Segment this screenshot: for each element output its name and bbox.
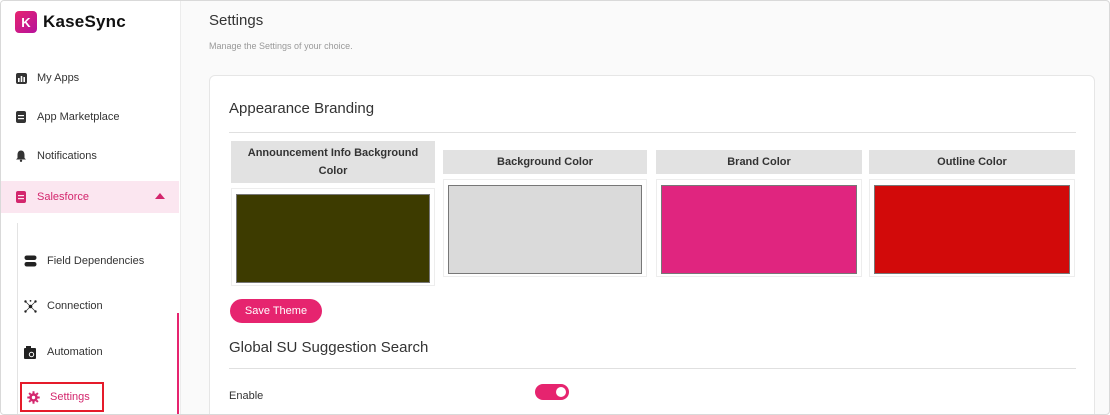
sidebar: K KaseSync My Apps App Marketplace Notif… [1, 1, 181, 414]
background-color-header: Background Color [443, 150, 647, 174]
sidebar-subitem-label: Field Dependencies [47, 255, 145, 267]
toggle-icon [23, 254, 37, 268]
outline-color-swatch-container [869, 179, 1075, 277]
scroll-indicator [177, 313, 179, 414]
divider [229, 368, 1076, 369]
gear-icon [26, 390, 40, 404]
divider [229, 132, 1076, 133]
app-window: K KaseSync My Apps App Marketplace Notif… [0, 0, 1110, 415]
sidebar-subitem-label: Connection [47, 300, 103, 312]
save-theme-button[interactable]: Save Theme [230, 299, 322, 323]
brand-color-swatch-container [656, 179, 862, 277]
appearance-branding-title: Appearance Branding [229, 100, 375, 117]
sidebar-item-label: App Marketplace [37, 111, 120, 123]
sidebar-item-label: My Apps [37, 72, 80, 84]
document-icon [15, 111, 27, 123]
bar-chart-icon [15, 72, 27, 84]
settings-card: Appearance Branding Announcement Info Ba… [209, 75, 1095, 414]
outline-color-header: Outline Color [869, 150, 1075, 174]
sidebar-subitem-settings[interactable]: Settings [20, 382, 104, 412]
automation-icon [23, 345, 37, 359]
global-su-suggestion-search-title: Global SU Suggestion Search [229, 339, 429, 356]
announcement-bg-color-header: Announcement Info Background Color [231, 141, 435, 183]
sidebar-item-label: Salesforce [37, 191, 89, 203]
toggle-knob [556, 387, 566, 397]
sidebar-item-label: Notifications [37, 150, 97, 162]
background-color-swatch[interactable] [448, 185, 642, 274]
brand-color-swatch[interactable] [661, 185, 857, 274]
sidebar-subitem-connection[interactable]: Connection [23, 293, 173, 319]
sidebar-item-my-apps[interactable]: My Apps [1, 63, 179, 93]
brand-color-header: Brand Color [656, 150, 862, 174]
sidebar-item-notifications[interactable]: Notifications [1, 141, 179, 171]
sidebar-item-salesforce[interactable]: Salesforce [1, 181, 179, 213]
logo[interactable]: K KaseSync [15, 11, 126, 33]
announcement-bg-color-swatch-container [231, 188, 435, 286]
outline-color-swatch[interactable] [874, 185, 1070, 274]
page-subtitle: Manage the Settings of your choice. [209, 41, 353, 51]
background-color-swatch-container [443, 179, 647, 277]
announcement-bg-color-swatch[interactable] [236, 194, 430, 283]
enable-toggle[interactable] [535, 384, 569, 400]
submenu-rail [17, 223, 18, 414]
kasesync-logo-icon: K [15, 11, 37, 33]
bell-icon [15, 150, 27, 162]
sidebar-subitem-automation[interactable]: Automation [23, 339, 173, 365]
document-icon [15, 191, 27, 203]
network-icon [23, 299, 37, 313]
sidebar-subitem-label: Settings [50, 391, 90, 403]
sidebar-subitem-field-dependencies[interactable]: Field Dependencies [23, 248, 173, 274]
sidebar-subitem-label: Automation [47, 346, 103, 358]
app-name: KaseSync [43, 12, 126, 31]
sidebar-item-app-marketplace[interactable]: App Marketplace [1, 102, 179, 132]
enable-label: Enable [229, 390, 264, 402]
page-title: Settings [209, 12, 264, 29]
chevron-up-icon[interactable] [155, 193, 165, 199]
